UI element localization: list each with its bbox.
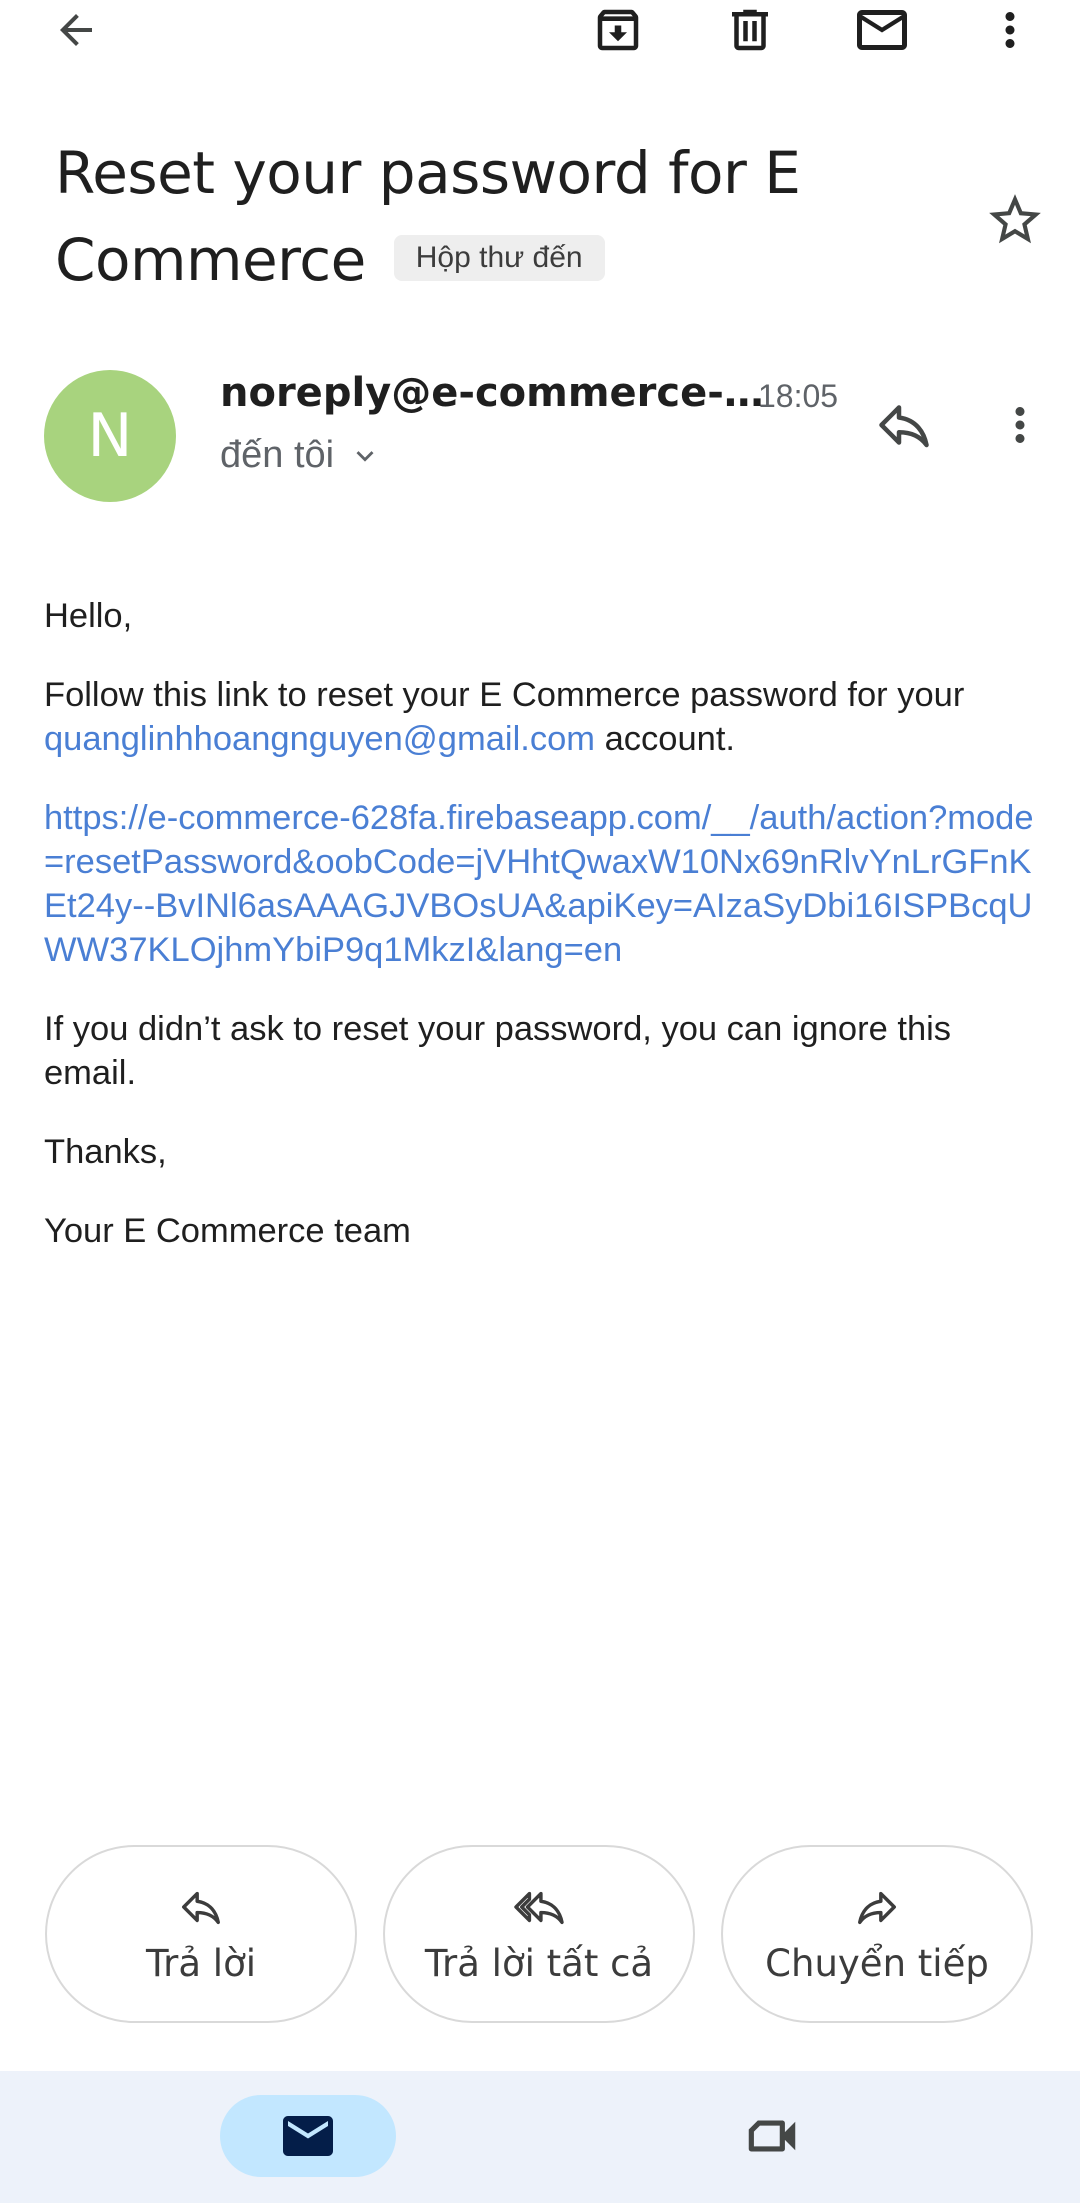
more-options-button[interactable]	[970, 0, 1050, 60]
video-camera-icon	[748, 2120, 796, 2152]
instruction-text-pre: Follow this link to reset your E Commerc…	[44, 676, 965, 714]
instruction-paragraph: Follow this link to reset your E Commerc…	[44, 673, 1044, 761]
nav-meet-tab[interactable]	[730, 2095, 814, 2177]
reply-all-button[interactable]: Trả lời tất cả	[383, 1845, 695, 2023]
greeting-text: Hello,	[44, 597, 133, 635]
thanks-text: Thanks,	[44, 1133, 167, 1171]
reply-button[interactable]: Trả lời	[45, 1845, 357, 2023]
sender-name: noreply@e-commerce-…	[220, 370, 764, 416]
reply-label: Trả lời	[145, 1941, 256, 1985]
archive-button[interactable]	[578, 0, 658, 60]
delete-button[interactable]	[710, 0, 790, 60]
inbox-label-chip[interactable]: Hộp thư đến	[393, 234, 605, 281]
email-body: Hello, Follow this link to reset your E …	[44, 594, 1044, 1288]
back-button[interactable]	[36, 0, 116, 60]
email-address-link[interactable]: quanglinhhoangnguyen@gmail.com	[44, 720, 595, 758]
reply-icon	[182, 1891, 220, 1924]
star-icon	[989, 194, 1041, 244]
mail-icon	[283, 2116, 333, 2156]
reset-password-link[interactable]: https://e-commerce-628fa.firebaseapp.com…	[44, 796, 1044, 972]
reply-icon	[879, 405, 929, 448]
mail-icon	[857, 10, 907, 50]
forward-button[interactable]: Chuyển tiếp	[721, 1845, 1033, 2023]
star-button[interactable]	[975, 180, 1055, 260]
nav-mail-tab[interactable]	[220, 2095, 396, 2177]
more-vert-icon	[1015, 407, 1025, 443]
ignore-text: If you didn’t ask to reset your password…	[44, 1010, 952, 1092]
archive-icon	[597, 9, 639, 51]
recipient-text: đến tôi	[220, 434, 335, 476]
back-arrow-icon	[60, 14, 92, 46]
instruction-text-post: account.	[595, 720, 736, 758]
recipient-details-toggle[interactable]: đến tôi	[220, 434, 382, 477]
chevron-down-icon	[356, 450, 374, 462]
forward-icon	[858, 1891, 896, 1924]
bottom-navigation-bar	[0, 2071, 1080, 2203]
reply-all-label: Trả lời tất cả	[424, 1941, 654, 1985]
mark-unread-button[interactable]	[842, 0, 922, 60]
forward-label: Chuyển tiếp	[765, 1941, 989, 1985]
signature-text: Your E Commerce team	[44, 1212, 411, 1250]
trash-icon	[732, 9, 768, 51]
reply-icon-button[interactable]	[864, 390, 944, 460]
sender-avatar[interactable]: N	[44, 370, 176, 502]
more-vert-icon	[1005, 12, 1015, 48]
message-more-button[interactable]	[980, 390, 1060, 460]
reply-all-icon	[514, 1891, 564, 1924]
email-time: 18:05	[758, 378, 839, 414]
email-subject: Reset your password for E Commerce Hộp t…	[55, 130, 955, 304]
